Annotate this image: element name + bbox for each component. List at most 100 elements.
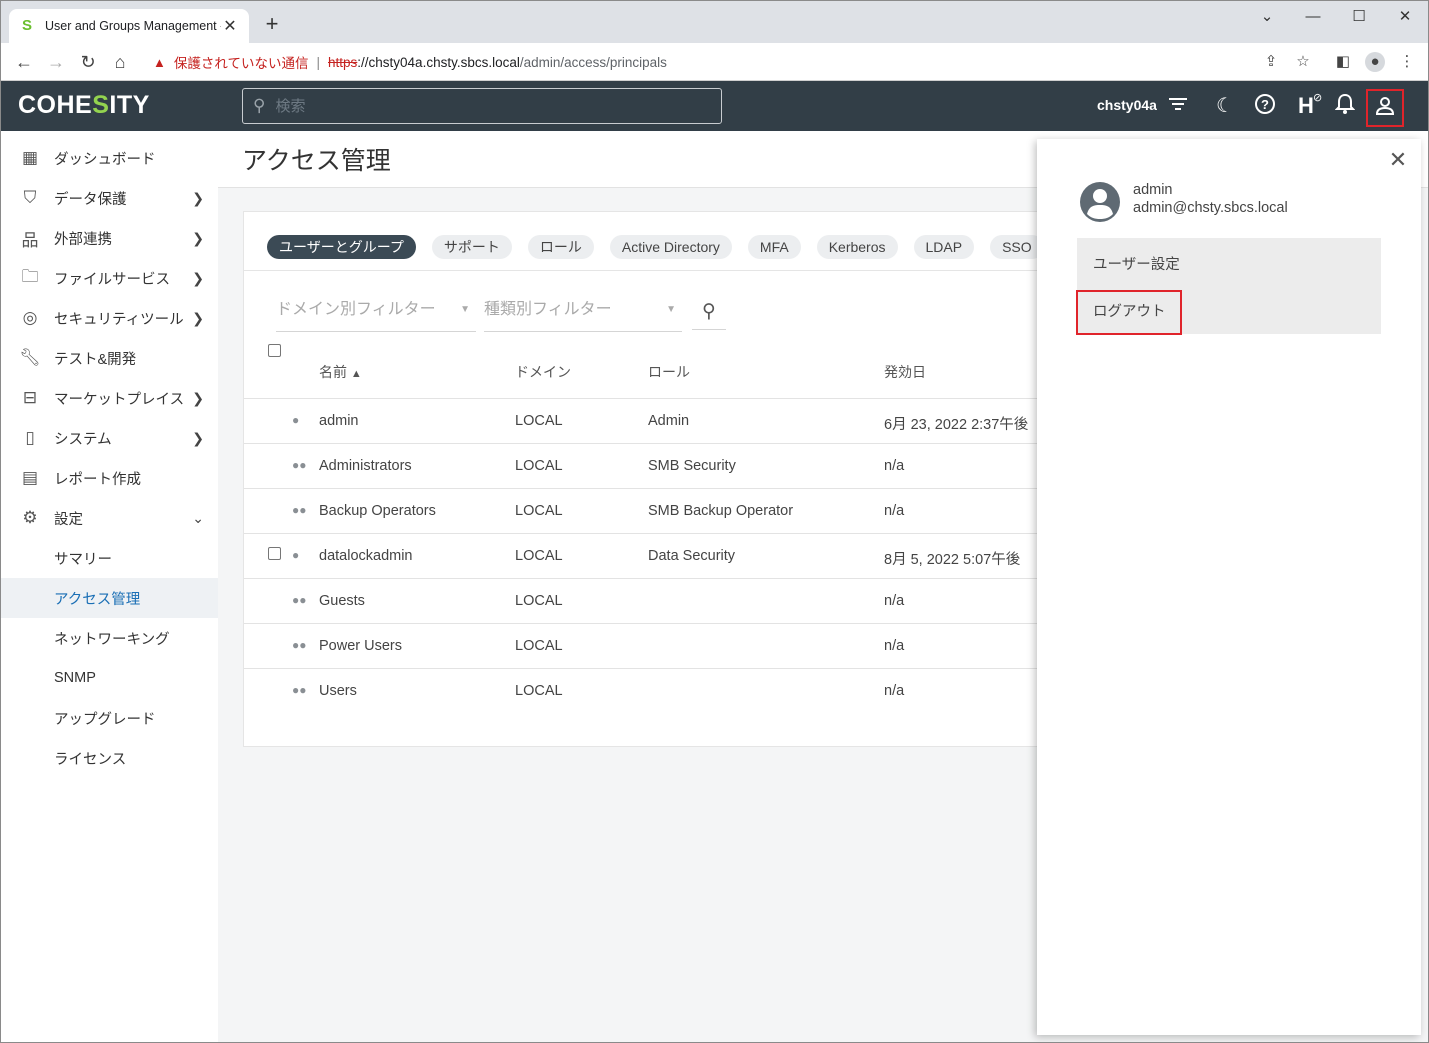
- tab-roles[interactable]: ロール: [527, 235, 594, 259]
- share-icon[interactable]: ⇪: [1261, 52, 1281, 72]
- user-info: admin admin@chsty.sbcs.local: [1133, 181, 1288, 217]
- cohesity-logo[interactable]: COHESITY: [18, 91, 150, 120]
- reload-icon[interactable]: ↻: [77, 51, 99, 73]
- browser-window: S User and Groups Management - ✕ + ⌄ — ☐…: [0, 0, 1429, 1043]
- shield-icon: ⛉: [23, 188, 37, 207]
- column-header-role[interactable]: ロール: [648, 362, 690, 382]
- forward-icon[interactable]: →: [45, 51, 67, 73]
- tab-close-icon[interactable]: ✕: [221, 16, 239, 36]
- domain-filter[interactable]: ドメイン別フィルター ▼: [276, 296, 476, 332]
- tab-kerberos[interactable]: Kerberos: [816, 235, 898, 259]
- tab-sso[interactable]: SSO: [990, 235, 1044, 259]
- type-filter[interactable]: 種類別フィルター ▼: [484, 296, 682, 332]
- tab-mfa[interactable]: MFA: [747, 235, 801, 259]
- column-header-name[interactable]: 名前 ▲: [319, 362, 362, 382]
- sidebar-item-dashboard[interactable]: ▦ ダッシュボード: [1, 138, 218, 178]
- close-icon[interactable]: ✕: [1385, 147, 1411, 173]
- report-icon: ▤: [21, 468, 39, 487]
- browser-toolbar: ← → ↻ ⌂ ▲ 保護されていない通信 | https://chsty04a.…: [1, 43, 1428, 81]
- address-bar[interactable]: ▲ 保護されていない通信 | https://chsty04a.chsty.sb…: [143, 48, 1323, 76]
- search-input[interactable]: [275, 97, 696, 115]
- tab-active-directory[interactable]: Active Directory: [609, 235, 732, 259]
- new-tab-button[interactable]: +: [261, 13, 283, 35]
- dashboard-icon: ▦: [21, 148, 39, 167]
- sidebar-item-integrations[interactable]: 品外部連携 ❯: [1, 218, 218, 258]
- sidebar-item-test-dev[interactable]: 🔧︎ テスト&開発: [1, 338, 218, 378]
- group-icon: ●●: [292, 638, 307, 652]
- sidebar-item-security-tools[interactable]: ◎ セキュリティツール ❯: [1, 298, 218, 338]
- user-name: admin: [1133, 182, 1173, 198]
- page-title: アクセス管理: [242, 147, 391, 175]
- sidebar-subitem-license[interactable]: ライセンス: [1, 738, 218, 778]
- cluster-name[interactable]: chsty04a: [1097, 97, 1157, 113]
- tab-title: User and Groups Management -: [45, 19, 221, 33]
- profile-icon[interactable]: ●: [1365, 52, 1385, 72]
- cluster-filter-icon[interactable]: [1165, 93, 1191, 119]
- home-icon[interactable]: ⌂: [109, 51, 131, 73]
- sidebar-subitem-access-management[interactable]: アクセス管理: [1, 578, 218, 618]
- wrench-icon: 🔧︎: [19, 348, 41, 367]
- chevron-right-icon: ❯: [192, 269, 204, 286]
- user-email: admin@chsty.sbcs.local: [1133, 200, 1288, 216]
- user-icon: ●: [292, 548, 300, 562]
- side-panel-icon[interactable]: ◧: [1333, 52, 1353, 72]
- tab-support[interactable]: サポート: [431, 235, 512, 259]
- user-menu-panel: ✕ admin admin@chsty.sbcs.local ユーザー設定 ログ…: [1037, 139, 1421, 1035]
- row-checkbox[interactable]: [268, 547, 281, 560]
- access-tabs: ユーザーとグループ サポート ロール Active Directory MFA …: [267, 235, 1044, 259]
- sidebar-subitem-snmp[interactable]: SNMP: [1, 658, 218, 698]
- help-icon[interactable]: ?: [1252, 93, 1278, 119]
- sidebar-subitem-networking[interactable]: ネットワーキング: [1, 618, 218, 658]
- global-search[interactable]: ⚲: [242, 88, 722, 124]
- hierarchy-icon: 品: [21, 230, 39, 250]
- chevron-right-icon: ❯: [192, 189, 204, 206]
- health-icon[interactable]: H ⊘: [1293, 92, 1322, 119]
- insecure-label: 保護されていない通信: [173, 56, 309, 71]
- back-icon[interactable]: ←: [13, 51, 35, 73]
- select-all-checkbox[interactable]: [268, 344, 281, 357]
- chevron-down-icon: ⌄: [192, 509, 204, 526]
- sidebar-item-settings[interactable]: ⚙ 設定 ⌄: [1, 498, 218, 538]
- sidebar-item-file-services[interactable]: 🗀 ファイルサービス ❯: [1, 258, 218, 298]
- window-close-icon[interactable]: ✕: [1382, 5, 1428, 29]
- user-settings-item[interactable]: ユーザー設定: [1093, 253, 1180, 274]
- tab-strip: S User and Groups Management - ✕ + ⌄ — ☐…: [1, 1, 1428, 43]
- folder-icon: 🗀: [21, 266, 39, 286]
- dark-mode-icon[interactable]: ☾: [1212, 93, 1238, 119]
- sidebar-item-reports[interactable]: ▤ レポート作成: [1, 458, 218, 498]
- url-scheme: https: [328, 54, 358, 70]
- column-header-domain[interactable]: ドメイン: [515, 362, 571, 382]
- gear-icon: ⚙: [22, 508, 38, 527]
- chevron-right-icon: ❯: [192, 229, 204, 246]
- dropdown-arrow-icon: ▼: [666, 304, 676, 315]
- group-icon: ●●: [292, 683, 307, 697]
- maximize-icon[interactable]: ☐: [1336, 5, 1382, 29]
- logout-highlight: [1076, 290, 1182, 335]
- system-icon: ▯: [25, 428, 35, 447]
- browser-menu-icon[interactable]: ⋮: [1397, 52, 1417, 72]
- search-icon: ⚲: [253, 96, 266, 115]
- cohesity-favicon-icon: S: [21, 17, 32, 34]
- tab-ldap[interactable]: LDAP: [913, 235, 975, 259]
- store-icon: ⊟: [22, 388, 38, 407]
- chevron-right-icon: ❯: [192, 389, 204, 406]
- tab-users-groups[interactable]: ユーザーとグループ: [267, 235, 416, 259]
- user-icon: ●: [292, 413, 300, 427]
- svg-text:?: ?: [1261, 97, 1269, 112]
- browser-tab[interactable]: S User and Groups Management - ✕: [9, 9, 249, 43]
- column-header-effective-date[interactable]: 発効日: [884, 362, 926, 382]
- address-separator: |: [316, 54, 320, 70]
- minimize-icon[interactable]: —: [1290, 5, 1336, 29]
- bookmark-star-icon[interactable]: ☆: [1293, 52, 1313, 72]
- sidebar-subitem-upgrade[interactable]: アップグレード: [1, 698, 218, 738]
- user-account-button[interactable]: [1366, 89, 1404, 127]
- sidebar-subitem-summary[interactable]: サマリー: [1, 538, 218, 578]
- tab-search-icon[interactable]: ⌄: [1244, 5, 1290, 29]
- sidebar-item-marketplace[interactable]: ⊟ マーケットプレイス ❯: [1, 378, 218, 418]
- group-icon: ●●: [292, 458, 307, 472]
- sidebar: ▦ ダッシュボード ⛉ データ保護 ❯ 品外部連携 ❯ 🗀 ファイルサービス ❯ ◎ セキュリ…: [1, 131, 218, 1042]
- sidebar-item-data-protection[interactable]: ⛉ データ保護 ❯: [1, 178, 218, 218]
- notification-bell-icon[interactable]: [1332, 93, 1358, 119]
- sidebar-item-system[interactable]: ▯ システム ❯: [1, 418, 218, 458]
- filter-search-icon[interactable]: ⚲: [692, 300, 726, 330]
